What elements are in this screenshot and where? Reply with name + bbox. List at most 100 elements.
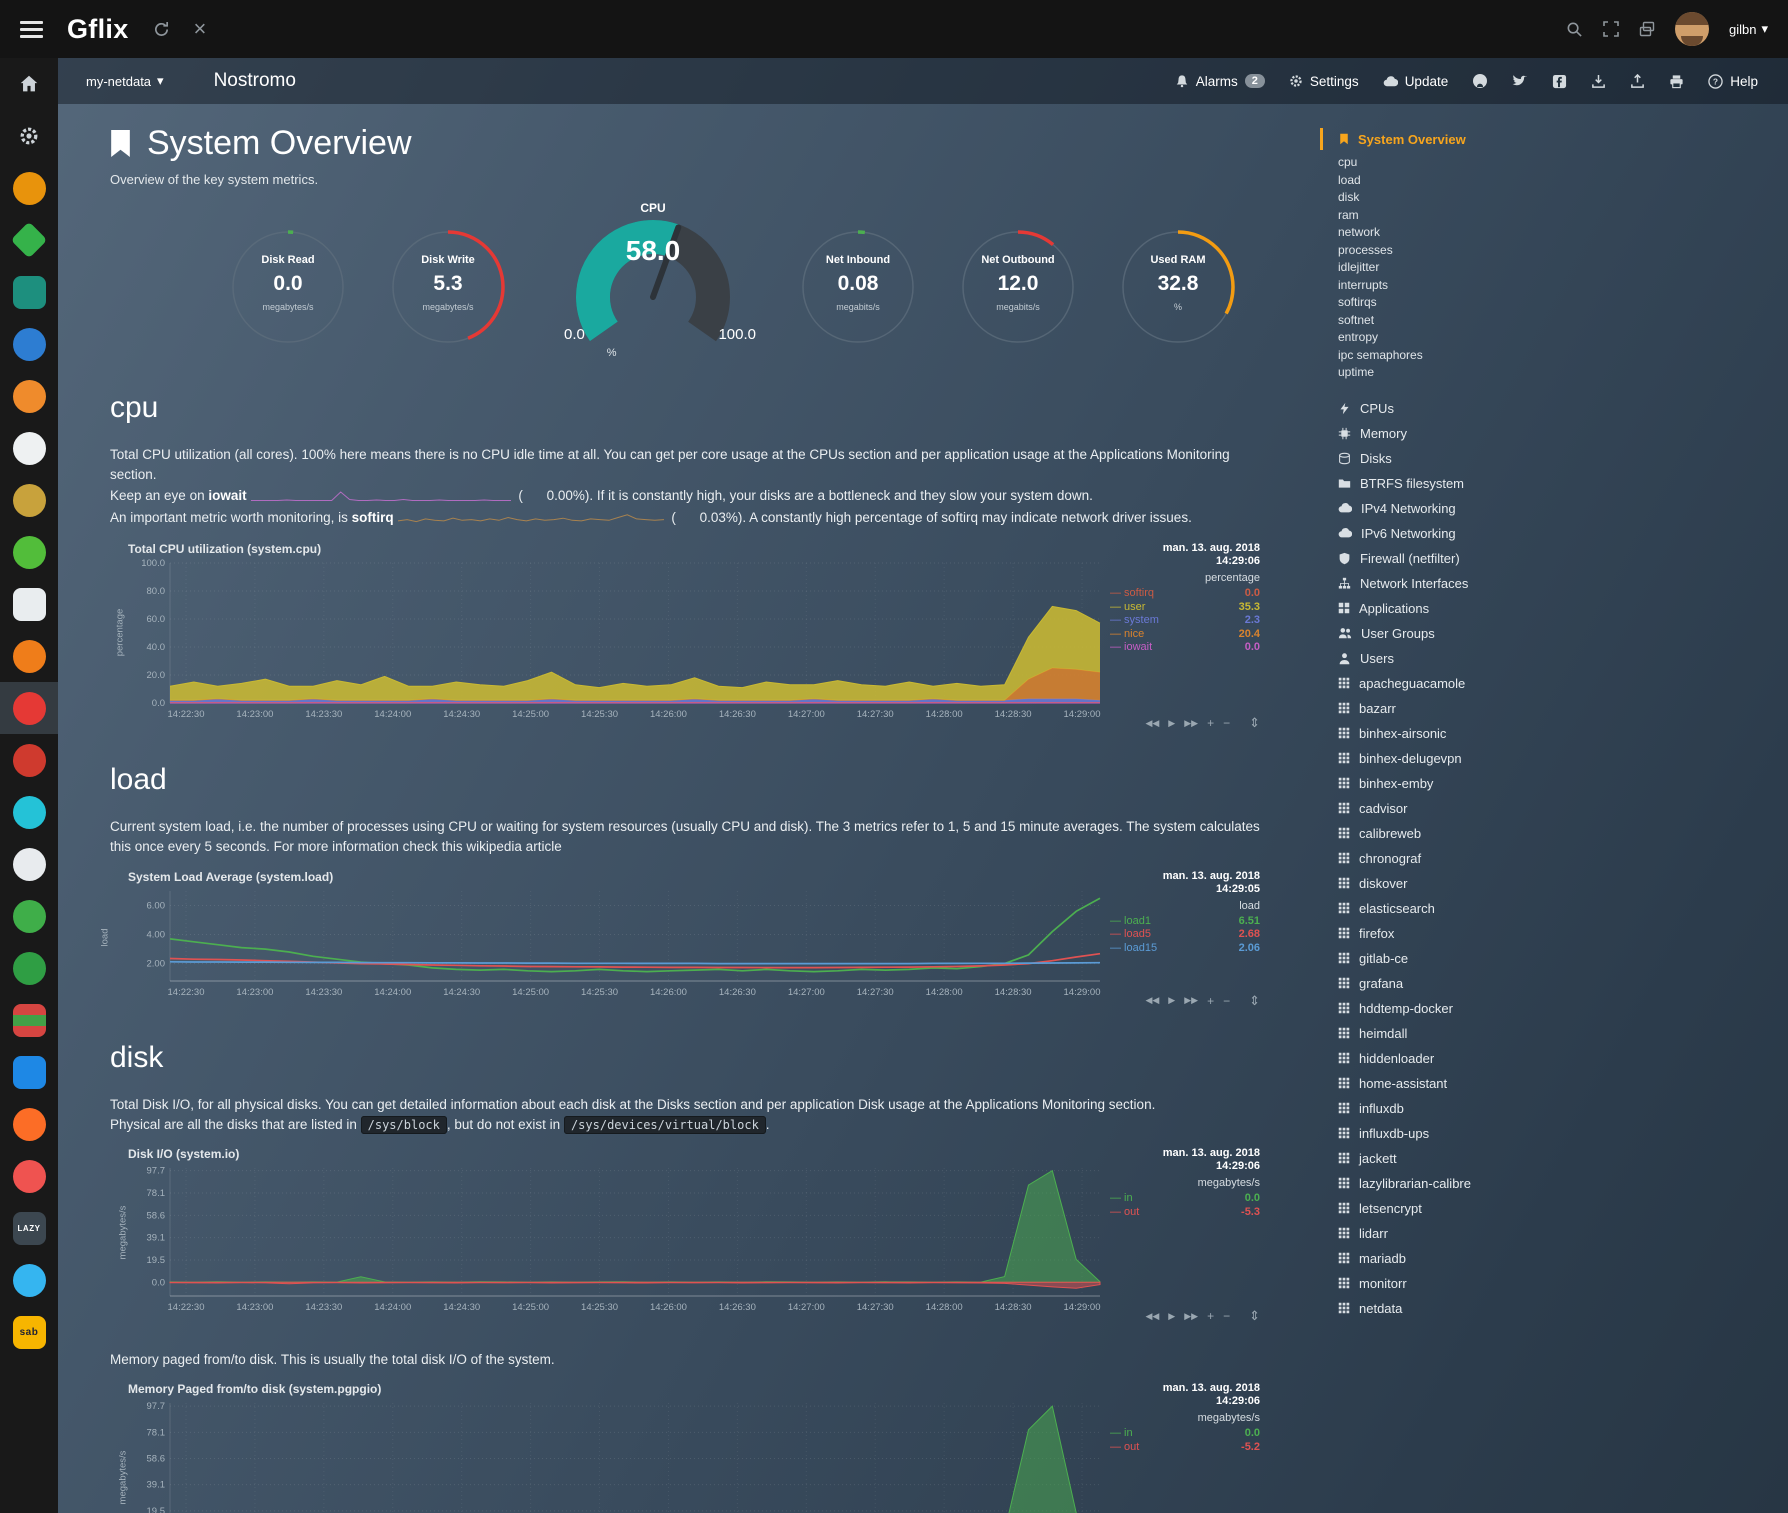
- chart-load[interactable]: System Load Average (system.load)load6.0…: [110, 870, 1260, 1009]
- app-icon-red-shield[interactable]: [0, 682, 58, 734]
- nav-app-jackett[interactable]: jackett: [1320, 1146, 1788, 1171]
- host-dropdown[interactable]: my-netdata ▾: [86, 73, 164, 89]
- app-icon-sab[interactable]: sab: [0, 1306, 58, 1358]
- play-button[interactable]: ▶: [1168, 718, 1175, 729]
- nav-app-netdata[interactable]: netdata: [1320, 1296, 1788, 1321]
- nav-section-users[interactable]: Users: [1320, 646, 1788, 671]
- zoom-out-button[interactable]: −: [1223, 1309, 1230, 1323]
- avatar[interactable]: [1675, 12, 1709, 46]
- nav-app-heimdall[interactable]: heimdall: [1320, 1021, 1788, 1046]
- nav-app-influxdb-ups[interactable]: influxdb-ups: [1320, 1121, 1788, 1146]
- zoom-in-button[interactable]: +: [1207, 1309, 1214, 1323]
- nav-app-calibreweb[interactable]: calibreweb: [1320, 821, 1788, 846]
- nav-subitem-interrupts[interactable]: interrupts: [1320, 277, 1788, 295]
- pan-forward-button[interactable]: ▶▶: [1184, 995, 1198, 1006]
- app-icon-orange-octopus[interactable]: [0, 630, 58, 682]
- nav-app-letsencrypt[interactable]: letsencrypt: [1320, 1196, 1788, 1221]
- close-icon[interactable]: ×: [194, 18, 207, 40]
- app-icon-light-u[interactable]: [0, 838, 58, 890]
- nav-section-cpus[interactable]: CPUs: [1320, 396, 1788, 421]
- zoom-in-button[interactable]: +: [1207, 716, 1214, 730]
- app-icon-blue-bars[interactable]: [0, 318, 58, 370]
- zoom-in-button[interactable]: +: [1207, 994, 1214, 1008]
- nav-section-btrfs-filesystem[interactable]: BTRFS filesystem: [1320, 471, 1788, 496]
- app-icon-gitlab-fox[interactable]: [0, 1098, 58, 1150]
- nav-app-bazarr[interactable]: bazarr: [1320, 696, 1788, 721]
- app-icon-gold-disc[interactable]: [0, 474, 58, 526]
- settings-button[interactable]: Settings: [1289, 74, 1359, 89]
- nav-app-cadvisor[interactable]: cadvisor: [1320, 796, 1788, 821]
- nav-app-binhex-delugevpn[interactable]: binhex-delugevpn: [1320, 746, 1788, 771]
- nav-subitem-ram[interactable]: ram: [1320, 207, 1788, 225]
- nav-app-gitlab-ce[interactable]: gitlab-ce: [1320, 946, 1788, 971]
- pan-forward-button[interactable]: ▶▶: [1184, 1311, 1198, 1322]
- app-icon-lazy[interactable]: LAZY: [0, 1202, 58, 1254]
- app-icon-orange-ring[interactable]: [0, 162, 58, 214]
- chart-plot-load[interactable]: 6.004.002.0014:22:3014:23:0014:23:3014:2…: [128, 887, 1106, 1003]
- app-icon-green-bolt[interactable]: [0, 526, 58, 578]
- nav-subitem-ipc-semaphores[interactable]: ipc semaphores: [1320, 347, 1788, 365]
- legend-item-in[interactable]: — in0.0: [1110, 1192, 1260, 1206]
- user-menu[interactable]: gilbn ▾: [1729, 21, 1768, 37]
- nav-app-firefox[interactable]: firefox: [1320, 921, 1788, 946]
- search-icon[interactable]: [1566, 21, 1583, 38]
- legend-item-softirq[interactable]: — softirq0.0: [1110, 587, 1260, 601]
- resize-handle[interactable]: ⇕: [1249, 1308, 1260, 1324]
- app-icon-orange-search[interactable]: [0, 370, 58, 422]
- chart-disk[interactable]: Disk I/O (system.io)megabytes/s97.778.15…: [110, 1147, 1260, 1324]
- nav-app-lidarr[interactable]: lidarr: [1320, 1221, 1788, 1246]
- pan-forward-button[interactable]: ▶▶: [1184, 718, 1198, 729]
- nav-subitem-uptime[interactable]: uptime: [1320, 364, 1788, 382]
- nav-section-disks[interactable]: Disks: [1320, 446, 1788, 471]
- github-button[interactable]: [1472, 73, 1488, 89]
- zoom-out-button[interactable]: −: [1223, 716, 1230, 730]
- nav-section-applications[interactable]: Applications: [1320, 596, 1788, 621]
- app-icon-green-ring[interactable]: [0, 942, 58, 994]
- nav-app-influxdb[interactable]: influxdb: [1320, 1096, 1788, 1121]
- nav-section-ipv6-networking[interactable]: IPv6 Networking: [1320, 521, 1788, 546]
- twitter-button[interactable]: [1512, 73, 1528, 89]
- home-icon[interactable]: [0, 58, 58, 110]
- legend-item-load1[interactable]: — load16.51: [1110, 915, 1260, 929]
- app-icon-white-disc[interactable]: [0, 422, 58, 474]
- nav-app-chronograf[interactable]: chronograf: [1320, 846, 1788, 871]
- legend-item-iowait[interactable]: — iowait0.0: [1110, 641, 1260, 655]
- nav-app-elasticsearch[interactable]: elasticsearch: [1320, 896, 1788, 921]
- hostname[interactable]: Nostromo: [214, 70, 296, 92]
- fullscreen-icon[interactable]: [1603, 21, 1619, 37]
- nav-app-lazylibrarian-calibre[interactable]: lazylibrarian-calibre: [1320, 1171, 1788, 1196]
- update-button[interactable]: Update: [1383, 74, 1449, 89]
- zoom-out-button[interactable]: −: [1223, 994, 1230, 1008]
- nav-app-diskover[interactable]: diskover: [1320, 871, 1788, 896]
- nav-app-mariadb[interactable]: mariadb: [1320, 1246, 1788, 1271]
- nav-app-hddtemp-docker[interactable]: hddtemp-docker: [1320, 996, 1788, 1021]
- nav-app-binhex-airsonic[interactable]: binhex-airsonic: [1320, 721, 1788, 746]
- print-button[interactable]: [1669, 74, 1684, 89]
- windows-icon[interactable]: [1639, 21, 1655, 37]
- app-icon-green-u[interactable]: [0, 890, 58, 942]
- nav-subitem-softnet[interactable]: softnet: [1320, 312, 1788, 330]
- app-icon-red-arrow[interactable]: [0, 1150, 58, 1202]
- facebook-button[interactable]: [1552, 74, 1567, 89]
- nav-item-system-overview[interactable]: System Overview: [1320, 128, 1788, 150]
- chart-cpu[interactable]: Total CPU utilization (system.cpu)percen…: [110, 542, 1260, 731]
- chart-plot-pgpgio[interactable]: 97.778.158.639.119.50.014:22:3014:23:001…: [128, 1399, 1106, 1513]
- resize-handle[interactable]: ⇕: [1249, 993, 1260, 1009]
- legend-item-load15[interactable]: — load152.06: [1110, 942, 1260, 956]
- nav-section-ipv4-networking[interactable]: IPv4 Networking: [1320, 496, 1788, 521]
- menu-icon[interactable]: [20, 21, 43, 38]
- nav-app-hiddenloader[interactable]: hiddenloader: [1320, 1046, 1788, 1071]
- nav-subitem-disk[interactable]: disk: [1320, 189, 1788, 207]
- legend-item-out[interactable]: — out-5.3: [1110, 1206, 1260, 1220]
- legend-item-nice[interactable]: — nice20.4: [1110, 628, 1260, 642]
- app-icon-teal-rings[interactable]: [0, 786, 58, 838]
- nav-app-binhex-emby[interactable]: binhex-emby: [1320, 771, 1788, 796]
- nav-subitem-entropy[interactable]: entropy: [1320, 329, 1788, 347]
- nav-section-memory[interactable]: Memory: [1320, 421, 1788, 446]
- app-icon-pink-tool[interactable]: [0, 578, 58, 630]
- nav-subitem-cpu[interactable]: cpu: [1320, 154, 1788, 172]
- app-icon-teal-tile[interactable]: [0, 266, 58, 318]
- app-icon-green-diamond[interactable]: [0, 214, 58, 266]
- pan-backward-button[interactable]: ◀◀: [1145, 718, 1159, 729]
- app-icon-red-cluster[interactable]: [0, 734, 58, 786]
